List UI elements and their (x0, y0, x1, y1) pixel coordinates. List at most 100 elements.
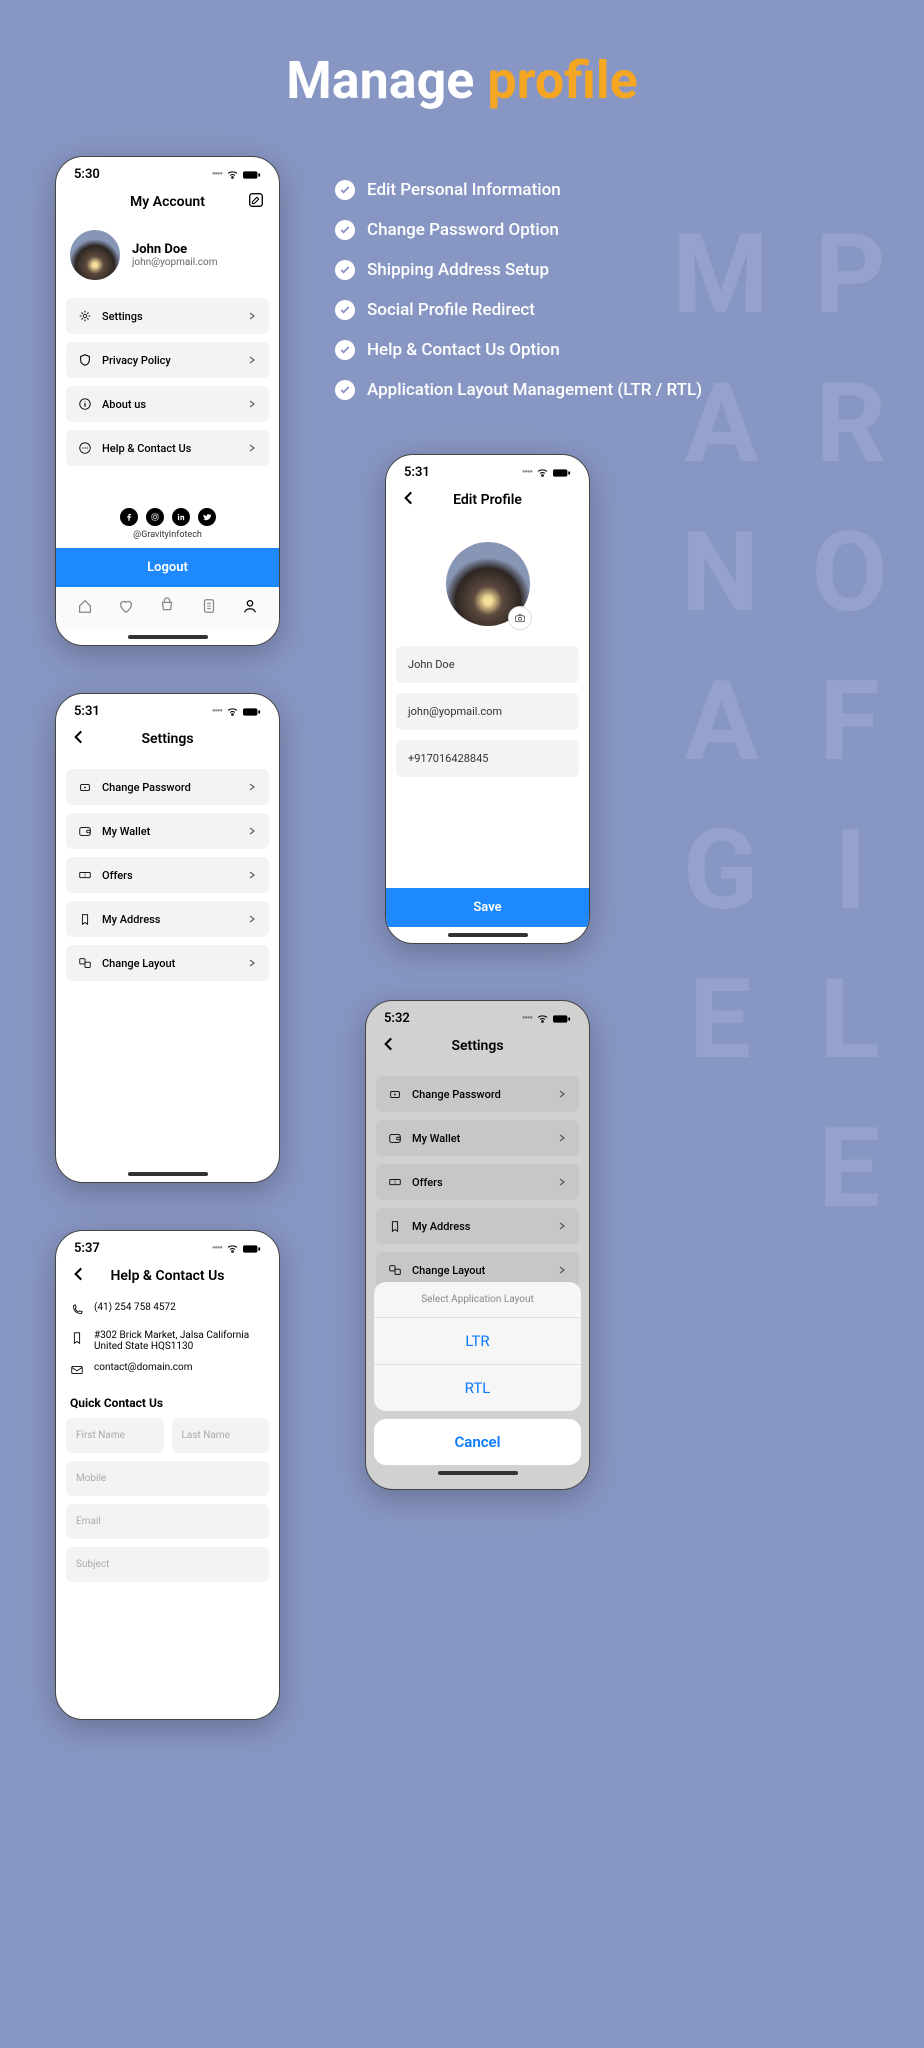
quick-contact-title: Quick Contact Us (56, 1384, 279, 1418)
menu-label: Settings (102, 310, 237, 323)
shield-icon (78, 353, 92, 367)
phone-icon (70, 1303, 84, 1320)
phone-settings-layout-sheet: 5:32 •••• Settings Change Password My Wa… (365, 1000, 590, 1490)
twitter-icon[interactable] (198, 508, 216, 526)
menu-privacy[interactable]: Privacy Policy (66, 342, 269, 378)
menu-help[interactable]: Help & Contact Us (66, 430, 269, 466)
bookmark-icon (70, 1331, 84, 1348)
menu-settings[interactable]: Settings (66, 298, 269, 334)
screen-title: My Account (130, 194, 205, 210)
status-time: 5:37 (74, 1241, 100, 1256)
phone-settings: 5:31 •••• Settings Change Password My Wa… (55, 693, 280, 1183)
menu-label: About us (102, 398, 237, 411)
status-bar: 5:37 •••• (56, 1231, 279, 1260)
sheet-option-ltr[interactable]: LTR (374, 1317, 581, 1364)
bookmark-icon (78, 912, 92, 926)
screen-header: Edit Profile (386, 484, 589, 516)
feature-text: Change Password Option (367, 220, 559, 240)
feature-text: Application Layout Management (LTR / RTL… (367, 380, 702, 400)
status-time: 5:31 (404, 465, 430, 480)
key-icon (78, 780, 92, 794)
menu-label: My Address (102, 913, 237, 926)
nav-orders[interactable] (200, 597, 218, 619)
back-icon[interactable] (400, 489, 418, 511)
menu-about[interactable]: About us (66, 386, 269, 422)
status-time: 5:31 (74, 704, 100, 719)
phone-field[interactable]: +917016428845 (396, 740, 579, 777)
last-name-input[interactable]: Last Name (172, 1418, 270, 1453)
menu-address[interactable]: My Address (66, 901, 269, 937)
sheet-title: Select Application Layout (374, 1282, 581, 1317)
menu-label: Privacy Policy (102, 354, 237, 367)
wifi-icon (536, 468, 549, 478)
logout-button[interactable]: Logout (56, 548, 279, 587)
wifi-icon (226, 707, 239, 717)
status-bar: 5:31 •••• (386, 455, 589, 484)
nav-profile[interactable] (241, 597, 259, 619)
screen-title: Edit Profile (453, 492, 522, 508)
subject-input[interactable]: Subject (66, 1547, 269, 1582)
home-indicator (438, 1471, 518, 1475)
feature-text: Edit Personal Information (367, 180, 561, 200)
menu-wallet[interactable]: My Wallet (66, 813, 269, 849)
nav-wishlist[interactable] (117, 597, 135, 619)
chevron-right-icon (247, 958, 257, 968)
check-icon (335, 340, 355, 360)
chevron-right-icon (247, 914, 257, 924)
email-input[interactable]: Email (66, 1504, 269, 1539)
linkedin-icon[interactable] (172, 508, 190, 526)
chevron-right-icon (247, 782, 257, 792)
check-icon (335, 220, 355, 240)
chevron-right-icon (247, 355, 257, 365)
save-button[interactable]: Save (386, 888, 589, 927)
menu-label: Change Password (102, 781, 237, 794)
check-icon (335, 180, 355, 200)
name-field[interactable]: John Doe (396, 646, 579, 683)
camera-icon[interactable] (508, 606, 532, 630)
layout-icon (78, 956, 92, 970)
email-field[interactable]: john@yopmail.com (396, 693, 579, 730)
chevron-right-icon (247, 870, 257, 880)
sheet-option-rtl[interactable]: RTL (374, 1364, 581, 1411)
back-icon[interactable] (70, 728, 88, 750)
info-icon (78, 397, 92, 411)
nav-cart[interactable] (158, 597, 176, 619)
menu-layout[interactable]: Change Layout (66, 945, 269, 981)
ticket-icon (78, 868, 92, 882)
user-email: john@yopmail.com (132, 257, 218, 268)
sheet-cancel[interactable]: Cancel (374, 1419, 581, 1465)
email-icon (70, 1363, 84, 1380)
instagram-icon[interactable] (146, 508, 164, 526)
gear-icon (78, 309, 92, 323)
menu-change-password[interactable]: Change Password (66, 769, 269, 805)
action-sheet: Select Application Layout LTR RTL Cancel (374, 1282, 581, 1481)
chevron-right-icon (247, 311, 257, 321)
facebook-icon[interactable] (120, 508, 138, 526)
edit-icon[interactable] (247, 191, 265, 213)
check-icon (335, 300, 355, 320)
screen-header: My Account (56, 186, 279, 218)
home-indicator (128, 635, 208, 639)
nav-home[interactable] (76, 597, 94, 619)
wallet-icon (78, 824, 92, 838)
chevron-right-icon (247, 443, 257, 453)
home-indicator (448, 933, 528, 937)
wifi-icon (226, 170, 239, 180)
vertical-watermark: MANAGE PROFILE (656, 210, 914, 2048)
feature-text: Shipping Address Setup (367, 260, 549, 280)
menu-offers[interactable]: Offers (66, 857, 269, 893)
avatar[interactable] (70, 230, 120, 280)
feature-text: Help & Contact Us Option (367, 340, 560, 360)
battery-icon (243, 170, 261, 180)
battery-icon (243, 1244, 261, 1254)
screen-title: Help & Contact Us (110, 1268, 224, 1284)
mobile-input[interactable]: Mobile (66, 1461, 269, 1496)
back-icon[interactable] (70, 1265, 88, 1287)
battery-icon (553, 468, 571, 478)
phone-my-account: 5:30 •••• My Account John Doe john@yopma… (55, 156, 280, 646)
check-icon (335, 380, 355, 400)
page-title: Manage profile (0, 0, 924, 141)
social-links (56, 500, 279, 530)
phone-help-contact: 5:37 •••• Help & Contact Us (41) 254 758… (55, 1230, 280, 1720)
first-name-input[interactable]: First Name (66, 1418, 164, 1453)
